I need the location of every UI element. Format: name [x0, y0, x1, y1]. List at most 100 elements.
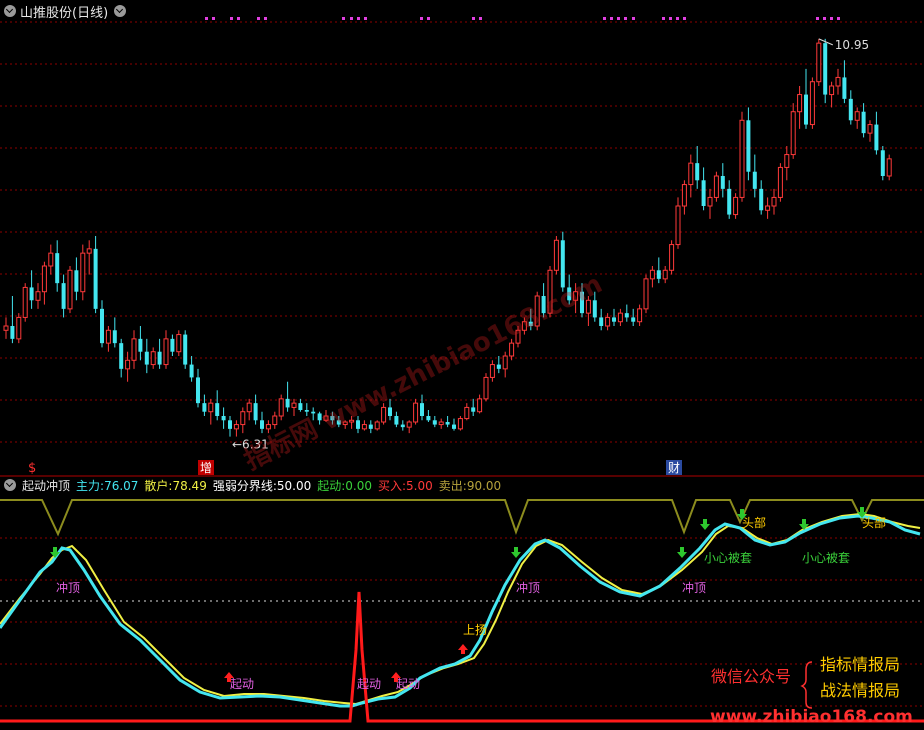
candle-body [253, 403, 258, 421]
candle-body [394, 416, 399, 425]
signal-dot [205, 17, 208, 20]
candle-body [688, 162, 694, 186]
promo-brace [800, 661, 813, 709]
candle-body [48, 252, 54, 267]
candle-body [624, 313, 629, 318]
candle-body [86, 248, 92, 254]
candle-body [631, 317, 636, 322]
candle-body [560, 240, 565, 288]
candle-body [119, 343, 124, 369]
candle-body [471, 407, 476, 412]
candle-body [432, 420, 437, 425]
signal-dot [683, 17, 686, 20]
candle-body [426, 416, 431, 421]
candle-body [138, 338, 143, 352]
signal-dot [603, 17, 606, 20]
indicator-item-label: 卖出: [438, 478, 467, 493]
sell-line [0, 499, 924, 537]
candle-body [861, 111, 866, 134]
marker-cai: 财 [668, 461, 680, 475]
indicator-item-value: 78.49 [172, 478, 207, 493]
signal-dot [823, 17, 826, 20]
candle-body [797, 94, 803, 113]
candle-body [208, 402, 214, 413]
candle-body [489, 364, 495, 378]
candle-body [502, 355, 508, 370]
candle-body [823, 43, 828, 95]
candle-body [388, 407, 392, 416]
candle-body [445, 422, 450, 425]
candle-body [669, 244, 675, 271]
signal-dot [624, 17, 627, 20]
up-arrow-icon [458, 644, 468, 654]
signal-dot [357, 17, 360, 20]
indicator-item-value: 50.00 [276, 478, 312, 493]
candle-body [157, 351, 162, 365]
candle-body [150, 351, 156, 366]
candle-body [483, 376, 489, 400]
candle-body [771, 196, 777, 207]
signal-dot [632, 17, 635, 20]
indicator-item-label: 散户: [144, 478, 173, 493]
candle-body [886, 158, 892, 177]
candle-body [854, 111, 860, 121]
candle-body [291, 402, 297, 408]
candle-body [420, 403, 424, 416]
chevron-down-icon[interactable] [4, 5, 16, 17]
signal-dot [662, 17, 665, 20]
signal-dot [472, 17, 475, 20]
down-arrow-icon [677, 547, 687, 558]
label-qidong: 起动 [230, 677, 254, 691]
promo-right-bottom: 战法情报局 [820, 681, 900, 700]
candle-body [202, 403, 207, 412]
candle-body [809, 81, 815, 126]
candle-body [176, 334, 182, 353]
candle-body [374, 421, 380, 430]
candle-body [189, 364, 194, 378]
down-arrow-icon [50, 547, 60, 558]
candle-body [285, 398, 290, 408]
candle-body [637, 308, 643, 323]
chevron-down-icon[interactable] [4, 479, 16, 491]
candle-body [765, 205, 771, 211]
indicator-item-value: 76.07 [104, 478, 139, 493]
label-qidong: 起动 [357, 677, 381, 691]
candle-body [93, 248, 98, 309]
candle-body [304, 410, 309, 412]
signal-dot [230, 17, 233, 20]
candle-body [643, 278, 649, 310]
watermark: 指标网 www.zhibiao168.com [240, 269, 608, 476]
candle-body [221, 416, 226, 421]
candle-body [496, 364, 501, 369]
candle-body [41, 265, 47, 293]
candle-body [55, 253, 60, 284]
label-qidong: 起动 [396, 677, 420, 691]
label-toubu: 头部 [742, 515, 766, 530]
label-xiaoxin: 小心被套 [704, 551, 752, 565]
candle-body [278, 398, 284, 417]
candle-body [183, 334, 188, 365]
buy-line [0, 591, 924, 723]
signal-dot [830, 17, 833, 20]
candle-body [867, 124, 873, 134]
indicator-item-value: 5.00 [406, 478, 433, 493]
chart-title-bar: 山推股份(日线) [0, 2, 130, 21]
candle-body [196, 377, 200, 404]
candle-body [759, 188, 764, 211]
candle-body [701, 180, 706, 206]
promo-left: 微信公众号 [711, 667, 791, 686]
candle-body [777, 166, 783, 198]
close-icon[interactable] [114, 5, 127, 17]
down-arrow-icon [511, 547, 521, 558]
indicator-item-4: 买入:5.00 [378, 477, 433, 494]
down-arrow-icon [700, 519, 710, 530]
marker-zeng: 增 [200, 461, 212, 475]
signal-dot [350, 17, 353, 20]
chart-title: 山推股份(日线) [20, 5, 109, 21]
signal-dot [837, 17, 840, 20]
label-chongding: 冲顶 [516, 580, 540, 595]
candle-body [35, 291, 41, 301]
signal-dot [342, 17, 345, 20]
promo-right-top: 指标情报局 [820, 655, 900, 674]
indicator-header: 起动冲顶 主力:76.07 散户:78.49 强弱分界线:50.00 起动:0.00 买… [0, 476, 501, 494]
